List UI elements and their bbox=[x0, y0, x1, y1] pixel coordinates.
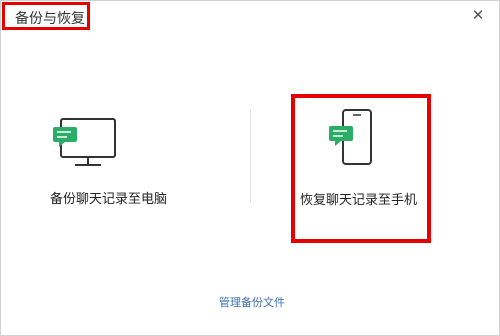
restore-to-phone-option[interactable]: 恢复聊天记录至手机 bbox=[291, 94, 431, 243]
restore-highlight-box bbox=[291, 94, 431, 243]
backup-restore-window: 备份与恢复 ✕ 备份聊天记录至电脑 恢复聊天记录至手机 管理备份文件 bbox=[0, 0, 500, 336]
manage-backup-files-link[interactable]: 管理备份文件 bbox=[219, 294, 285, 310]
title-highlight-box bbox=[2, 2, 90, 30]
computer-chat-icon bbox=[53, 118, 116, 166]
close-button[interactable]: ✕ bbox=[469, 6, 487, 24]
backup-to-computer-label: 备份聊天记录至电脑 bbox=[50, 192, 168, 207]
backup-to-computer-option[interactable]: 备份聊天记录至电脑 bbox=[31, 109, 211, 209]
close-icon: ✕ bbox=[471, 6, 485, 24]
option-divider bbox=[250, 109, 251, 203]
